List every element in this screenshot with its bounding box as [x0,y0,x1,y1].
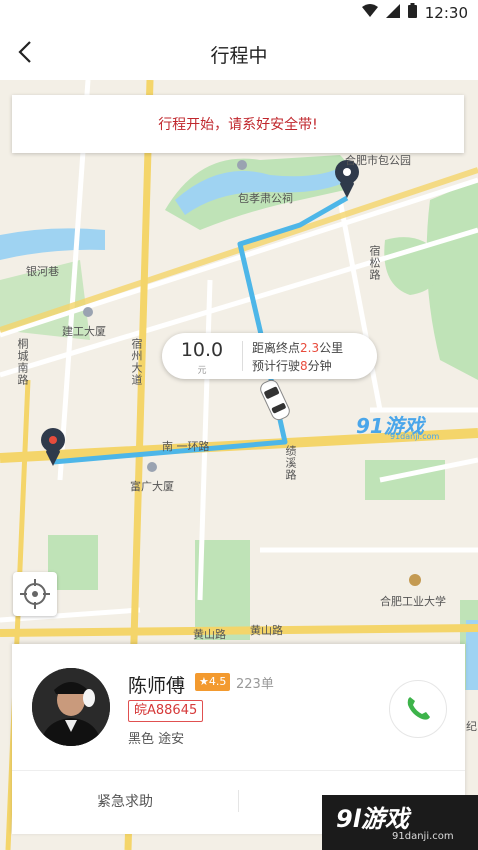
map-label-jinan: 纪 [466,720,477,733]
crosshair-icon [20,579,50,609]
safety-notice: 行程开始，请系好安全带! [12,95,464,153]
battery-icon [407,3,417,22]
estimated-time: 预计行驶8分钟 [252,359,332,373]
license-plate: 皖A88645 [128,700,204,722]
trip-price: 10.0 [180,339,224,361]
trip-price-unit: 元 [197,366,207,376]
bubble-divider [242,341,243,371]
map-label-huangshan-1: 黄山路 [193,628,226,641]
map-label-suzhou: 宿州大道 [130,338,143,386]
map-label-university: 合肥工业大学 [380,595,446,608]
safety-notice-text: 行程开始，请系好安全带! [158,117,318,133]
watermark-logo: 91游戏 91danji.com [356,414,440,441]
map-label-park: 合肥市包公园 [345,154,411,167]
map-label-tongcheng: 桐城南路 [16,338,29,386]
map-label-memorial: 包孝肃公祠 [238,192,293,205]
phone-icon [407,697,430,720]
locate-button[interactable] [13,572,57,616]
trip-info-bubble: 10.0 元 距离终点2.3公里 预计行驶8分钟 [162,333,377,379]
status-time: 12:30 [424,3,468,22]
signal-icon [385,3,400,22]
wifi-icon [361,3,378,22]
watermark-banner: 9l游戏 91danji.com [322,795,478,850]
map-label-yinhe: 银河巷 [26,265,59,278]
driver-name: 陈师傅 [128,675,186,697]
remaining-distance: 距离终点2.3公里 [252,341,344,355]
call-driver-button[interactable] [389,680,447,738]
car-icon [260,379,290,421]
driver-order-count: 223单 [236,677,274,692]
map-label-guweilu: 绩溪路 [284,445,297,481]
nav-bar: 行程中 [0,26,478,80]
map-label-huangshan-2: 黄山路 [250,624,283,637]
map-label-sutai: 宿松路 [368,245,381,281]
action-divider [238,790,239,812]
car-description: 黑色 途安 [128,732,185,747]
map-label-guangfu: 富广大厦 [130,480,174,493]
page-title: 行程中 [210,45,268,67]
emergency-help-button[interactable]: 紧急求助 [12,771,238,834]
status-bar: 12:30 [0,0,478,26]
driver-rating-badge: ★4.5 [195,673,231,691]
driver-avatar [32,668,110,746]
map-label-jiangong: 建工大厦 [62,325,106,338]
map-label-huanlu: 南 一环路 [162,440,210,453]
